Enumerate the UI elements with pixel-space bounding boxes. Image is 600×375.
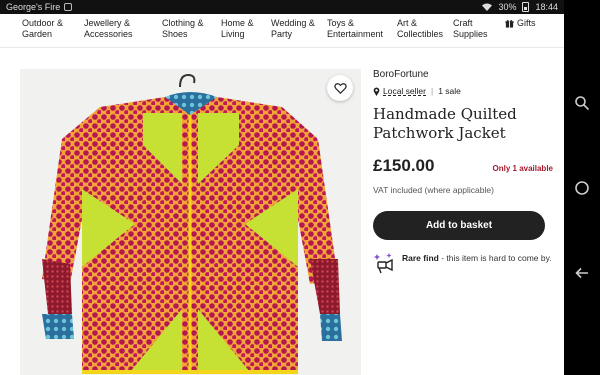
wifi-icon [482, 3, 493, 11]
vat-note: VAT included (where applicable) [373, 185, 494, 195]
category-outdoor-garden[interactable]: Outdoor & Garden [22, 18, 84, 40]
price-row: £150.00 Only 1 available [373, 156, 553, 176]
local-seller-link[interactable]: Local seller [383, 86, 426, 96]
category-wedding-party[interactable]: Wedding & Party [271, 18, 327, 40]
category-clothing-shoes[interactable]: Clothing & Shoes [162, 18, 221, 40]
status-bar: George's Fire 30% 18:44 [0, 0, 564, 14]
category-toys-entertainment[interactable]: Toys & Entertainment [327, 18, 397, 40]
rare-find-label: Rare find [402, 253, 439, 263]
category-art-collectibles[interactable]: Art & Collectibles [397, 18, 453, 40]
product-image-gallery[interactable] [20, 69, 361, 375]
back-icon[interactable] [574, 265, 590, 281]
notification-icon [64, 3, 73, 11]
product-photo[interactable] [20, 69, 361, 375]
shop-name[interactable]: BoroFortune [373, 69, 553, 80]
product-title: Handmade Quilted Patchwork Jacket [373, 105, 517, 142]
category-nav: Outdoor & Garden Jewellery & Accessories… [0, 14, 564, 48]
rare-find-notice: Rare find - this item is hard to come by… [373, 252, 553, 274]
clock: 18:44 [535, 2, 558, 12]
android-nav-bar [564, 0, 600, 375]
gift-icon [505, 20, 514, 28]
category-craft-supplies[interactable]: Craft Supplies [453, 18, 505, 40]
sales-count: 1 sale [438, 86, 461, 96]
battery-icon [522, 2, 530, 12]
product-details: BoroFortune Local seller | 1 sale Handma… [373, 69, 553, 274]
favorite-button[interactable] [327, 75, 353, 101]
shop-app: Outdoor & Garden Jewellery & Accessories… [0, 14, 564, 375]
heart-icon [333, 82, 347, 94]
category-gifts[interactable]: Gifts [505, 18, 536, 29]
category-jewellery-accessories[interactable]: Jewellery & Accessories [84, 18, 162, 40]
carrier-text: George's Fire [6, 2, 61, 12]
add-to-basket-button[interactable]: Add to basket [373, 211, 545, 240]
rare-find-icon [374, 253, 393, 274]
battery-percent: 30% [498, 2, 517, 12]
gifts-label: Gifts [517, 18, 536, 28]
availability-badge: Only 1 available [492, 164, 553, 173]
rare-find-description: - this item is hard to come by. [438, 253, 552, 263]
rare-find-text: Rare find - this item is hard to come by… [402, 252, 552, 265]
pin-icon [373, 87, 380, 96]
home-icon[interactable] [574, 180, 590, 196]
divider: | [431, 86, 434, 96]
search-icon[interactable] [574, 95, 590, 111]
price: £150.00 [373, 156, 435, 175]
seller-info: Local seller | 1 sale [373, 86, 553, 96]
category-home-living[interactable]: Home & Living [221, 18, 271, 40]
